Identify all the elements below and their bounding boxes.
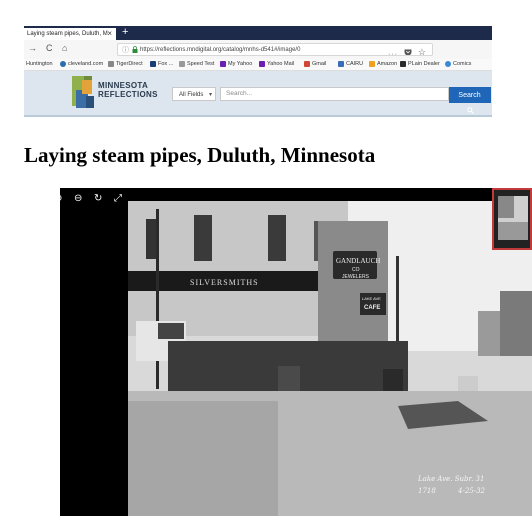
navigator-thumbnail[interactable] — [492, 188, 532, 250]
site-header: MINNESOTA REFLECTIONS All Fields ▾ Searc… — [24, 71, 492, 117]
photo-caption-1: Lake Ave. Subr. 31 — [417, 475, 484, 483]
zoom-in-icon[interactable]: ⊕ — [60, 194, 62, 204]
site-favicon-icon — [150, 61, 156, 67]
url-field[interactable]: ⓘ https://reflections.mndigital.org/cata… — [117, 43, 433, 56]
bookmark-item[interactable]: My Yahoo — [220, 61, 252, 67]
bookmarks-bar: Huntington cleveland.com TigerDirect Fox… — [24, 59, 492, 71]
site-favicon-icon — [259, 61, 265, 67]
bookmark-item[interactable]: CAIRU — [338, 61, 363, 67]
chevron-down-icon: ▾ — [208, 92, 212, 98]
forward-icon[interactable]: → — [28, 43, 37, 53]
search-field-select[interactable]: All Fields ▾ — [172, 87, 216, 101]
bookmark-item[interactable]: TigerDirect — [108, 61, 143, 67]
search-button[interactable]: Search — [449, 87, 491, 114]
shop-sign: SILVERSMITHS — [190, 278, 259, 287]
page-actions-icon[interactable]: ··· — [388, 48, 398, 55]
fullscreen-icon[interactable]: ⤢ — [114, 194, 122, 204]
site-favicon-icon — [60, 61, 66, 67]
tab-title: Laying steam pipes, Duluth, M — [27, 31, 108, 37]
site-logo-text[interactable]: MINNESOTA REFLECTIONS — [98, 81, 158, 99]
bookmark-star-icon[interactable]: ☆ — [418, 46, 426, 55]
photo-caption-3: 4-25-32 — [457, 487, 486, 495]
site-favicon-icon — [400, 61, 406, 67]
close-tab-icon[interactable]: × — [107, 29, 112, 38]
bookmark-item[interactable]: Fox ... — [150, 61, 173, 67]
cafe-sign: CAFE — [364, 305, 380, 311]
zoom-out-icon[interactable]: ⊖ — [74, 194, 82, 204]
bookmark-item[interactable]: cleveland.com — [60, 61, 103, 67]
rotate-icon[interactable]: ↻ — [94, 194, 102, 204]
url-text: https://reflections.mndigital.org/catalo… — [140, 47, 301, 53]
jeweler-sign-co: CO — [352, 267, 360, 273]
jeweler-sign: GANDLAUCH — [336, 257, 380, 265]
bookmark-item[interactable]: Comics — [445, 61, 471, 67]
reload-icon[interactable]: C — [46, 43, 53, 53]
address-bar-row: → C ⌂ ⓘ https://reflections.mndigital.or… — [24, 40, 492, 60]
site-favicon-icon — [304, 61, 310, 67]
info-icon[interactable]: ⓘ — [122, 44, 129, 55]
bookmark-item[interactable]: Speed Test — [179, 61, 214, 67]
site-favicon-icon — [445, 61, 451, 67]
search-icon — [467, 107, 474, 114]
bookmark-item[interactable]: PLain Dealer — [400, 61, 440, 67]
home-icon[interactable]: ⌂ — [62, 43, 67, 53]
image-viewer[interactable]: ⊕ ⊖ ↻ ⤢ SILVERSMITHS GANDLAUCH CO JEWELE… — [60, 188, 532, 516]
cafe-sign-top: LAKE AVE — [362, 296, 381, 301]
historic-street-photo[interactable]: SILVERSMITHS GANDLAUCH CO JEWELERS LAKE … — [128, 201, 532, 516]
site-favicon-icon — [338, 61, 344, 67]
site-favicon-icon — [220, 61, 226, 67]
browser-tab-bar: Laying steam pipes, Duluth, M × + — [24, 26, 492, 40]
photo-caption-2: 1718 — [418, 487, 436, 495]
new-tab-button[interactable]: + — [122, 26, 128, 39]
bookmark-item[interactable]: Amazon — [369, 61, 397, 67]
pocket-icon[interactable] — [404, 47, 412, 55]
bookmark-item[interactable]: Gmail — [304, 61, 326, 67]
page-title: Laying steam pipes, Duluth, Minnesota — [24, 143, 376, 167]
jeweler-sign-sub: JEWELERS — [342, 274, 370, 280]
search-input[interactable] — [220, 87, 449, 101]
bookmark-item[interactable]: Huntington — [26, 61, 53, 67]
site-favicon-icon — [369, 61, 375, 67]
lock-icon — [132, 45, 138, 55]
bookmark-item[interactable]: Yahoo Mail — [259, 61, 294, 67]
site-favicon-icon — [179, 61, 185, 67]
site-favicon-icon — [108, 61, 114, 67]
browser-tab[interactable]: Laying steam pipes, Duluth, M × — [24, 28, 116, 40]
